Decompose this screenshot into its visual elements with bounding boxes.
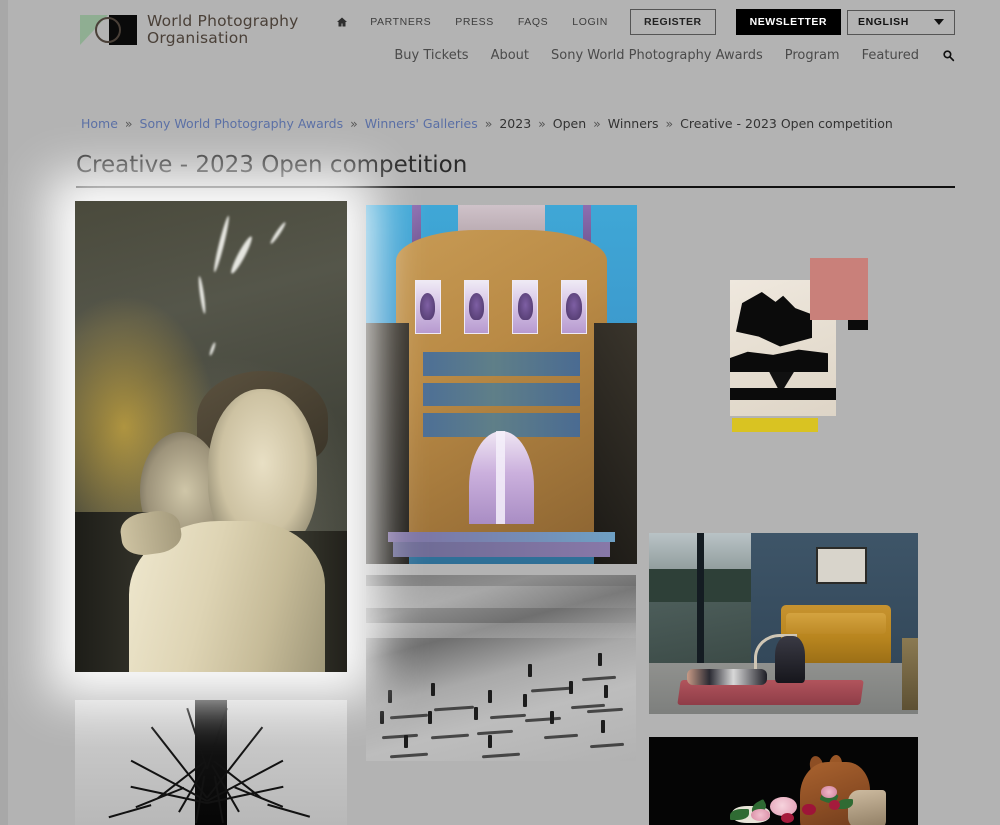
gallery-item-abstract-salmon-black-collage[interactable] [730, 258, 864, 430]
gallery-grid [8, 0, 1000, 825]
interior-yoga-blue-room-image [649, 533, 918, 714]
page-root: World Photography Organisation PARTNERS … [8, 0, 1000, 825]
gallery-item-sepia-double-portrait[interactable] [75, 201, 347, 672]
salmon-square-shape [810, 258, 868, 320]
mirrored-tree-branches-image [75, 700, 347, 825]
browser-window-edge [0, 0, 8, 825]
horse-with-floral-garland-image [649, 737, 918, 825]
bw-walkers-long-shadows-image [366, 575, 636, 761]
yellow-bar-shape [732, 418, 818, 432]
gallery-item-mirrored-tree-branches[interactable] [75, 700, 347, 825]
gallery-item-bw-walkers-long-shadows[interactable] [366, 575, 636, 761]
sepia-double-portrait-image [75, 201, 347, 672]
gallery-item-horse-with-floral-garland[interactable] [649, 737, 918, 825]
gallery-item-blue-tan-architectural-collage[interactable] [366, 205, 637, 564]
gallery-item-interior-yoga-blue-room[interactable] [649, 533, 918, 714]
blue-tan-architectural-collage-image [366, 205, 637, 564]
abstract-salmon-black-collage-image [730, 258, 864, 430]
